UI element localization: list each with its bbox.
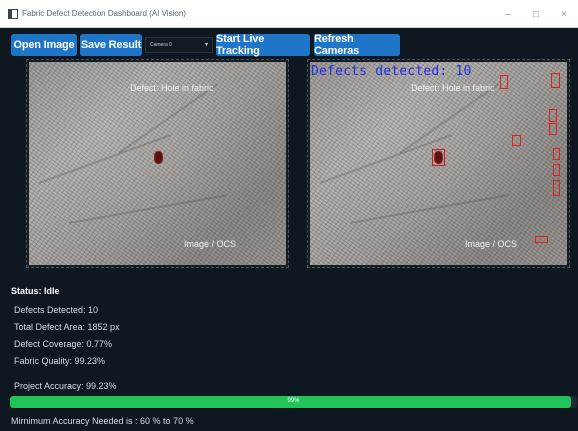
defects-count-overlay: Defects detected: 10 [311, 64, 472, 79]
title-bar: Fabric Defect Detection Dashboard (AI Vi… [0, 0, 578, 28]
minimize-icon[interactable]: – [494, 0, 522, 28]
save-result-button[interactable]: Save Result [80, 34, 142, 56]
refresh-cameras-button[interactable]: Refresh Cameras [314, 33, 400, 57]
start-live-tracking-button[interactable]: Start Live Tracking [216, 33, 310, 57]
detection-box [432, 149, 445, 166]
fabric-hole [155, 152, 162, 163]
accuracy-progress-bar: 99% [10, 396, 577, 408]
defect-type-label: Defect: Hole in fabric [130, 83, 214, 93]
project-accuracy-label: Project Accuracy: 99.23% [14, 381, 117, 391]
detection-box [551, 73, 560, 88]
detection-box [553, 180, 560, 196]
toolbar: Open Image Save Result Camera 0 ▾ Start … [0, 28, 578, 60]
close-icon[interactable]: × [550, 0, 578, 28]
app-icon [8, 8, 18, 19]
total-defect-area-stat: Total Defect Area: 1852 px [14, 322, 120, 332]
chevron-down-icon: ▾ [204, 42, 208, 48]
status-title: Status: Idle [11, 286, 60, 296]
detection-box [535, 236, 548, 243]
defect-coverage-stat: Defect Coverage: 0.77% [14, 339, 113, 349]
minimum-accuracy-note: Mirnimum Accuracy Needed is : 60 % to 70… [11, 416, 194, 426]
original-image-pane: Defect: Hole in fabric Image / OCS [26, 59, 289, 268]
detection-box [553, 148, 560, 160]
camera-select-value: Camera 0 [150, 42, 172, 48]
fabric-quality-stat: Fabric Quality: 99.23% [14, 356, 106, 366]
image-source-label: Image / OCS [184, 239, 237, 249]
detection-box [512, 135, 521, 146]
detection-image-pane: Defect: Hole in fabric Defects detected:… [307, 59, 570, 268]
defects-detected-stat: Defects Detected: 10 [14, 305, 99, 315]
open-image-button[interactable]: Open Image [11, 34, 77, 56]
window-controls: – □ × [494, 0, 578, 28]
defect-type-label: Defect: Hole in fabric [411, 83, 495, 93]
image-source-label: Image / OCS [465, 239, 518, 249]
progress-text: 99% [287, 398, 300, 404]
camera-select[interactable]: Camera 0 ▾ [145, 37, 213, 53]
detection-box [553, 164, 560, 176]
detection-box [549, 123, 557, 135]
detection-box [500, 75, 508, 89]
detection-box [549, 109, 557, 122]
window-title: Fabric Defect Detection Dashboard (AI Vi… [22, 9, 186, 18]
maximize-icon[interactable]: □ [522, 0, 550, 28]
